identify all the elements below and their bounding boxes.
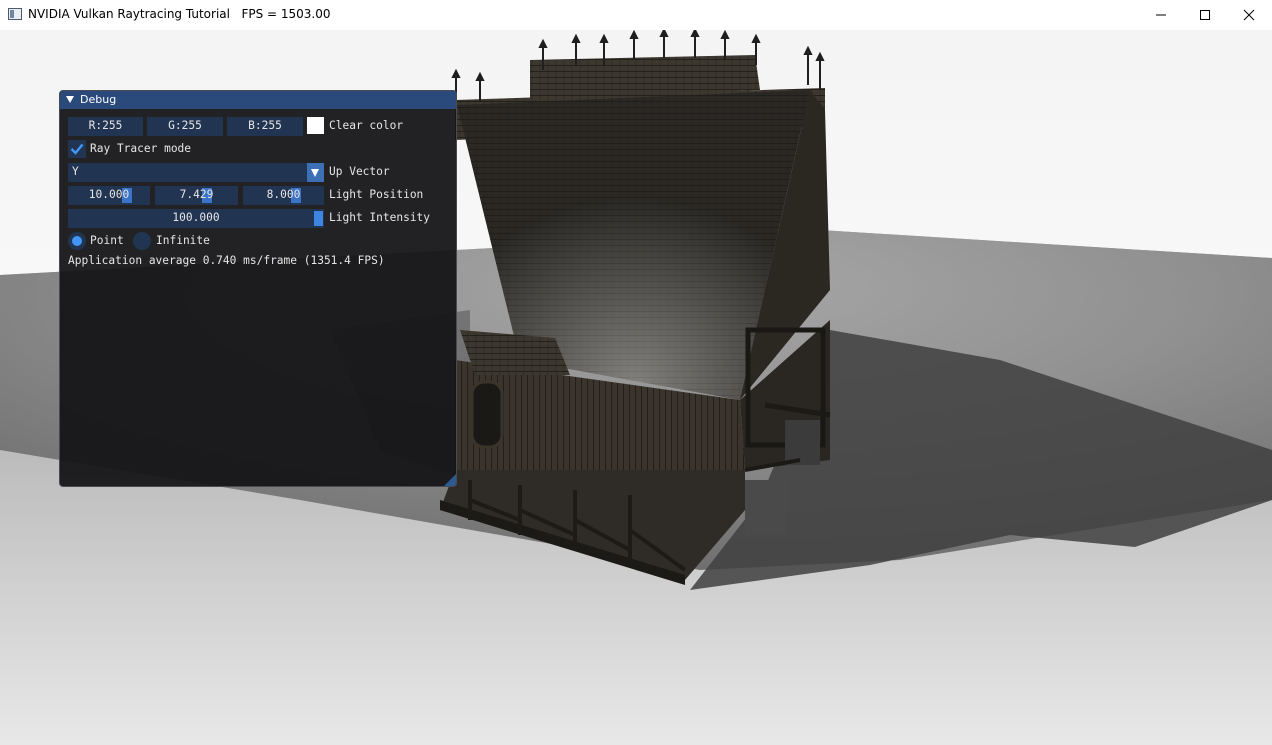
close-button[interactable] — [1226, 0, 1272, 30]
up-vector-label: Up Vector — [329, 165, 390, 178]
light-position-label: Light Position — [329, 188, 424, 201]
light-position-z-field[interactable]: 8.000 — [243, 186, 324, 205]
clear-color-r-field[interactable]: R:255 — [68, 117, 143, 136]
debug-panel[interactable]: Debug R:255 G:255 B:255 Clear color Ray … — [59, 90, 457, 487]
minimize-button[interactable] — [1138, 0, 1184, 30]
chevron-down-icon — [311, 169, 319, 177]
fps-readout: FPS = 1503.00 — [241, 7, 331, 21]
light-position-y-value: 7.429 — [179, 188, 214, 201]
point-light-radio[interactable] — [68, 232, 86, 250]
light-position-z-value: 8.000 — [266, 188, 301, 201]
clear-color-r-value: R:255 — [88, 119, 123, 132]
app-icon — [8, 8, 22, 20]
window-title: NVIDIA Vulkan Raytracing Tutorial FPS = … — [28, 7, 331, 21]
light-intensity-value: 100.000 — [172, 211, 220, 224]
clear-color-g-value: G:255 — [168, 119, 202, 132]
point-light-label: Point — [90, 234, 124, 247]
window-title-text: NVIDIA Vulkan Raytracing Tutorial — [28, 7, 230, 21]
close-icon — [1243, 9, 1255, 21]
light-position-y-field[interactable]: 7.429 — [155, 186, 238, 205]
clear-color-swatch[interactable] — [307, 117, 324, 134]
up-vector-combo[interactable]: Y — [68, 163, 324, 182]
ray-tracer-mode-checkbox[interactable] — [68, 140, 86, 158]
window-titlebar[interactable]: NVIDIA Vulkan Raytracing Tutorial FPS = … — [0, 0, 1272, 30]
maximize-icon — [1200, 10, 1210, 20]
clear-color-b-field[interactable]: B:255 — [227, 117, 303, 136]
minimize-icon — [1156, 14, 1166, 16]
up-vector-dropdown-button[interactable] — [307, 163, 324, 182]
clear-color-label: Clear color — [329, 119, 404, 132]
light-intensity-slider-grab[interactable] — [314, 211, 323, 226]
light-intensity-label: Light Intensity — [329, 211, 431, 224]
resize-grip-icon[interactable] — [444, 474, 456, 486]
radio-selected-dot — [72, 236, 82, 246]
clear-color-g-field[interactable]: G:255 — [147, 117, 223, 136]
light-intensity-slider[interactable]: 100.000 — [68, 209, 324, 228]
checkmark-icon — [70, 143, 84, 155]
infinite-light-radio[interactable] — [133, 232, 151, 250]
light-position-x-value: 10.000 — [88, 188, 130, 201]
up-vector-value: Y — [72, 165, 79, 178]
light-position-x-field[interactable]: 10.000 — [68, 186, 150, 205]
collapse-arrow-icon[interactable] — [66, 96, 74, 103]
debug-panel-titlebar[interactable]: Debug — [60, 91, 456, 109]
frame-stats-text: Application average 0.740 ms/frame (1351… — [68, 254, 385, 267]
ray-tracer-mode-label: Ray Tracer mode — [90, 142, 192, 155]
debug-panel-title: Debug — [80, 93, 117, 106]
maximize-button[interactable] — [1182, 0, 1228, 30]
clear-color-b-value: B:255 — [248, 119, 282, 132]
infinite-light-label: Infinite — [156, 234, 210, 247]
